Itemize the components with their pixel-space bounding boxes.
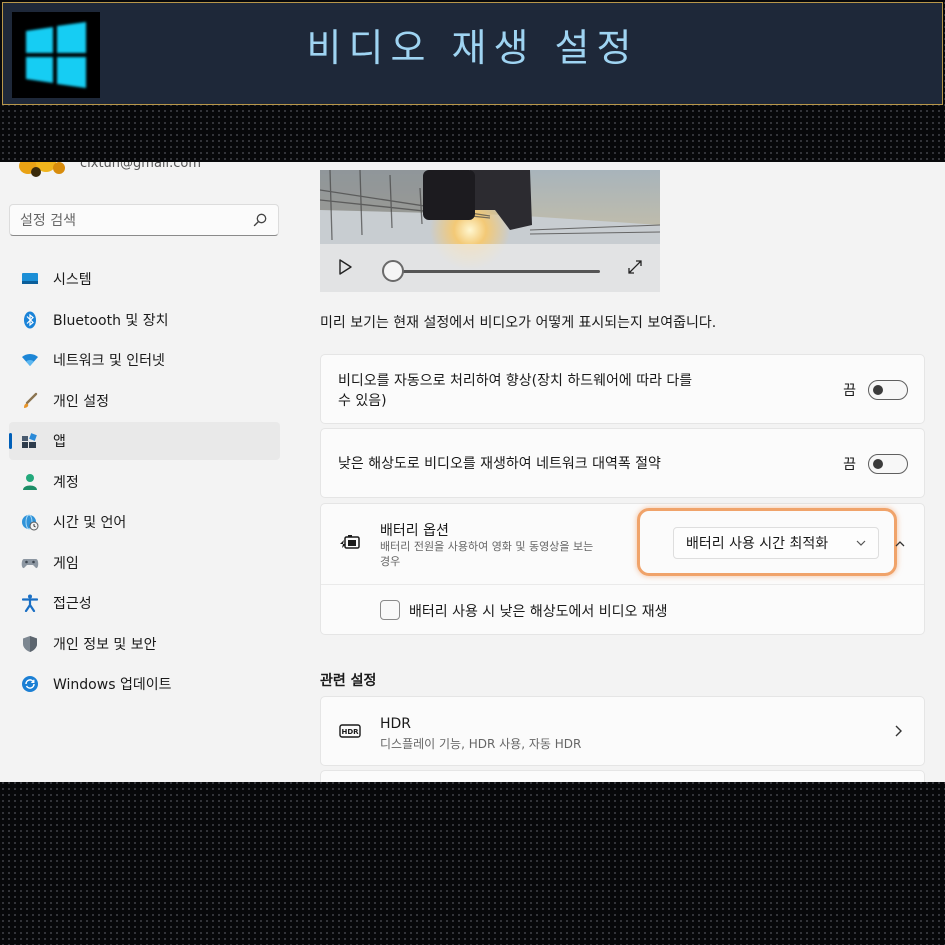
battery-options-title: 배터리 옵션 (380, 523, 449, 539)
avatar[interactable] (14, 162, 70, 180)
sidebar-item-accounts[interactable]: 계정 (9, 463, 280, 501)
apps-icon (21, 432, 39, 450)
sidebar-item-label: 게임 (53, 555, 79, 572)
hdr-subtitle: 디스플레이 기능, HDR 사용, 자동 HDR (380, 737, 582, 751)
auto-enhance-label-line2: 수 있음) (338, 393, 387, 409)
battery-low-res-checkbox[interactable] (380, 600, 400, 620)
battery-low-res-row: 배터리 사용 시 낮은 해상도에서 비디오 재생 (321, 584, 924, 636)
banner-title: 비디오 재생 설정 (306, 26, 639, 70)
battery-options-card: 배터리 옵션 배터리 전원을 사용하여 영화 및 동영상을 보는 경우 배터리 … (320, 503, 925, 635)
hdr-card[interactable]: HDR HDR 디스플레이 기능, HDR 사용, 자동 HDR (320, 696, 925, 766)
settings-window: cixtun@gmail.com 설정 검색 시스템 Bluetooth 및 장… (0, 162, 945, 782)
sidebar-item-label: 접근성 (53, 596, 92, 612)
monitor-icon (21, 270, 39, 288)
next-related-card[interactable] (320, 770, 925, 782)
low-res-network-toggle[interactable] (868, 454, 908, 474)
low-res-network-toggle-wrap: 끔 (843, 454, 908, 474)
account-email: cixtun@gmail.com (80, 162, 202, 171)
sidebar-item-label: 계정 (53, 474, 79, 491)
settings-search-input[interactable]: 설정 검색 (9, 204, 279, 236)
seek-handle[interactable] (382, 260, 404, 282)
shield-icon (21, 635, 39, 653)
battery-low-res-label: 배터리 사용 시 낮은 해상도에서 비디오 재생 (409, 604, 668, 620)
low-res-network-state: 끔 (843, 457, 856, 473)
preview-caption: 미리 보기는 현재 설정에서 비디오가 어떻게 표시되는지 보여줍니다. (320, 315, 717, 331)
fullscreen-icon[interactable] (626, 258, 644, 276)
sidebar-item-label: Bluetooth 및 장치 (53, 312, 169, 329)
sidebar-item-label: Windows 업데이트 (53, 677, 172, 693)
globe-clock-icon (21, 513, 39, 531)
title-banner: 비디오 재생 설정 (2, 2, 943, 105)
preview-controls (320, 244, 660, 292)
chevron-right-icon (895, 725, 902, 737)
wifi-icon (21, 351, 39, 369)
sidebar-item-network[interactable]: 네트워크 및 인터넷 (9, 341, 280, 379)
battery-mode-value: 배터리 사용 시간 최적화 (686, 536, 829, 552)
sidebar-item-privacy-security[interactable]: 개인 정보 및 보안 (9, 625, 280, 663)
low-res-network-label: 낮은 해상도로 비디오를 재생하여 네트워크 대역폭 절약 (338, 456, 661, 472)
bluetooth-icon (21, 311, 39, 329)
video-preview[interactable] (320, 170, 660, 292)
seek-bar[interactable] (392, 270, 600, 273)
sidebar-item-gaming[interactable]: 게임 (9, 544, 280, 582)
auto-enhance-label: 비디오를 자동으로 처리하여 향상(장치 하드웨어에 따라 다를 수 있음) (338, 371, 692, 411)
auto-enhance-state: 끔 (843, 383, 856, 399)
chevron-down-icon (856, 540, 866, 546)
sidebar-item-system[interactable]: 시스템 (9, 260, 280, 298)
sidebar-item-label: 시간 및 언어 (53, 515, 127, 531)
battery-options-subtitle: 배터리 전원을 사용하여 영화 및 동영상을 보는 경우 (380, 539, 642, 569)
sidebar-item-label: 앱 (53, 434, 66, 450)
battery-mode-dropdown[interactable]: 배터리 사용 시간 최적화 (673, 527, 879, 559)
person-icon (21, 473, 39, 491)
sidebar-item-accessibility[interactable]: 접근성 (9, 584, 280, 622)
sidebar-item-label: 개인 설정 (53, 393, 109, 410)
sidebar-item-label: 개인 정보 및 보안 (53, 636, 157, 653)
svg-text:HDR: HDR (341, 728, 359, 736)
sidebar-item-time-language[interactable]: 시간 및 언어 (9, 503, 280, 541)
sidebar-item-label: 시스템 (53, 272, 92, 288)
hdr-title: HDR (380, 716, 412, 732)
sidebar-item-label: 네트워크 및 인터넷 (53, 353, 165, 369)
sidebar-item-windows-update[interactable]: Windows 업데이트 (9, 665, 280, 703)
battery-options-subtitle-line2: 경우 (380, 555, 401, 568)
sidebar-nav: 시스템 Bluetooth 및 장치 네트워크 및 인터넷 개인 설정 앱 계정… (9, 260, 280, 706)
brush-icon (21, 392, 39, 410)
search-icon[interactable] (252, 212, 268, 228)
chevron-up-icon[interactable] (894, 538, 906, 550)
auto-enhance-toggle-wrap: 끔 (843, 380, 908, 400)
auto-enhance-card: 비디오를 자동으로 처리하여 향상(장치 하드웨어에 따라 다를 수 있음) 끔 (320, 354, 925, 424)
search-placeholder: 설정 검색 (20, 213, 76, 229)
gamepad-icon (21, 554, 39, 572)
battery-options-subtitle-line1: 배터리 전원을 사용하여 영화 및 동영상을 보는 (380, 540, 594, 553)
hdr-icon: HDR (339, 724, 361, 738)
play-icon[interactable] (336, 258, 354, 276)
sidebar-item-bluetooth[interactable]: Bluetooth 및 장치 (9, 301, 280, 339)
sidebar-item-personalization[interactable]: 개인 설정 (9, 382, 280, 420)
related-settings-heading: 관련 설정 (320, 673, 377, 689)
battery-saver-icon (340, 535, 360, 549)
low-res-network-card: 낮은 해상도로 비디오를 재생하여 네트워크 대역폭 절약 끔 (320, 428, 925, 498)
sidebar-item-apps[interactable]: 앱 (9, 422, 280, 460)
auto-enhance-label-line1: 비디오를 자동으로 처리하여 향상(장치 하드웨어에 따라 다를 (338, 373, 693, 389)
update-icon (21, 675, 39, 693)
auto-enhance-toggle[interactable] (868, 380, 908, 400)
accessibility-icon (21, 594, 39, 612)
